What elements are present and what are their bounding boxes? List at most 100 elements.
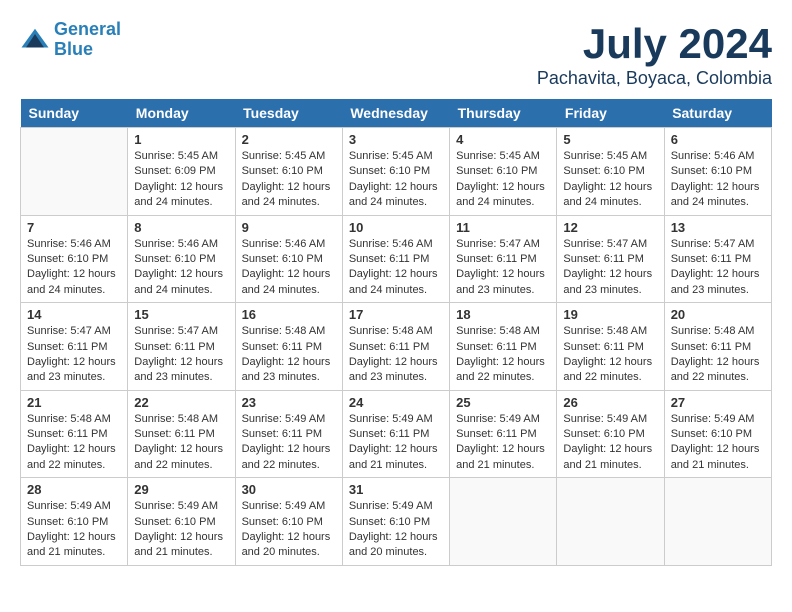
day-number: 20 [671, 307, 765, 322]
header-thursday: Thursday [450, 99, 557, 128]
day-cell-10: 10 Sunrise: 5:46 AMSunset: 6:11 PMDayligh… [342, 215, 449, 303]
day-info: Sunrise: 5:48 AMSunset: 6:11 PMDaylight:… [27, 412, 121, 474]
day-number: 10 [349, 220, 443, 235]
day-info: Sunrise: 5:49 AMSunset: 6:10 PMDaylight:… [27, 499, 121, 561]
day-number: 15 [134, 307, 228, 322]
day-info: Sunrise: 5:49 AMSunset: 6:11 PMDaylight:… [242, 412, 336, 474]
day-number: 25 [456, 395, 550, 410]
day-info: Sunrise: 5:48 AMSunset: 6:11 PMDaylight:… [456, 324, 550, 386]
logo-icon [20, 25, 50, 55]
logo-text: General Blue [54, 20, 121, 60]
day-info: Sunrise: 5:45 AMSunset: 6:10 PMDaylight:… [456, 149, 550, 211]
day-cell-9: 9 Sunrise: 5:46 AMSunset: 6:10 PMDaylight… [235, 215, 342, 303]
day-cell-8: 8Sunrise: 5:46 AMSunset: 6:10 PMDaylight… [128, 215, 235, 303]
header-sunday: Sunday [21, 99, 128, 128]
calendar-table: SundayMondayTuesdayWednesdayThursdayFrid… [20, 99, 772, 566]
day-number: 28 [27, 482, 121, 497]
day-info: Sunrise: 5:46 AMSunset: 6:10 PMDaylight:… [242, 237, 336, 299]
day-info: Sunrise: 5:45 AMSunset: 6:10 PMDaylight:… [563, 149, 657, 211]
day-number: 13 [671, 220, 765, 235]
day-info: Sunrise: 5:49 AMSunset: 6:11 PMDaylight:… [456, 412, 550, 474]
day-cell-27: 27 Sunrise: 5:49 AMSunset: 6:10 PMDayligh… [664, 390, 771, 478]
day-number: 5 [563, 132, 657, 147]
empty-cell [664, 478, 771, 566]
day-cell-11: 11 Sunrise: 5:47 AMSunset: 6:11 PMDayligh… [450, 215, 557, 303]
day-cell-12: 12Sunrise: 5:47 AMSunset: 6:11 PMDayligh… [557, 215, 664, 303]
day-info: Sunrise: 5:47 AMSunset: 6:11 PMDaylight:… [134, 324, 228, 386]
day-cell-5: 5 Sunrise: 5:45 AMSunset: 6:10 PMDaylight… [557, 128, 664, 216]
day-info: Sunrise: 5:46 AMSunset: 6:10 PMDaylight:… [27, 237, 121, 299]
day-info: Sunrise: 5:46 AMSunset: 6:11 PMDaylight:… [349, 237, 443, 299]
day-cell-28: 28 Sunrise: 5:49 AMSunset: 6:10 PMDayligh… [21, 478, 128, 566]
day-info: Sunrise: 5:48 AMSunset: 6:11 PMDaylight:… [671, 324, 765, 386]
day-number: 11 [456, 220, 550, 235]
day-info: Sunrise: 5:49 AMSunset: 6:10 PMDaylight:… [671, 412, 765, 474]
day-info: Sunrise: 5:48 AMSunset: 6:11 PMDaylight:… [563, 324, 657, 386]
day-cell-16: 16 Sunrise: 5:48 AMSunset: 6:11 PMDayligh… [235, 303, 342, 391]
day-cell-2: 2 Sunrise: 5:45 AMSunset: 6:10 PMDaylight… [235, 128, 342, 216]
week-row-4: 21 Sunrise: 5:48 AMSunset: 6:11 PMDayligh… [21, 390, 772, 478]
day-cell-25: 25 Sunrise: 5:49 AMSunset: 6:11 PMDayligh… [450, 390, 557, 478]
day-info: Sunrise: 5:49 AMSunset: 6:10 PMDaylight:… [134, 499, 228, 561]
day-info: Sunrise: 5:45 AMSunset: 6:10 PMDaylight:… [242, 149, 336, 211]
day-cell-14: 14 Sunrise: 5:47 AMSunset: 6:11 PMDayligh… [21, 303, 128, 391]
day-cell-24: 24Sunrise: 5:49 AMSunset: 6:11 PMDayligh… [342, 390, 449, 478]
empty-cell [557, 478, 664, 566]
month-year: July 2024 [537, 20, 772, 68]
day-cell-3: 3 Sunrise: 5:45 AMSunset: 6:10 PMDaylight… [342, 128, 449, 216]
day-info: Sunrise: 5:47 AMSunset: 6:11 PMDaylight:… [27, 324, 121, 386]
day-info: Sunrise: 5:48 AMSunset: 6:11 PMDaylight:… [349, 324, 443, 386]
day-info: Sunrise: 5:49 AMSunset: 6:10 PMDaylight:… [349, 499, 443, 561]
day-info: Sunrise: 5:47 AMSunset: 6:11 PMDaylight:… [563, 237, 657, 299]
day-number: 9 [242, 220, 336, 235]
header-saturday: Saturday [664, 99, 771, 128]
day-number: 3 [349, 132, 443, 147]
week-row-2: 7 Sunrise: 5:46 AMSunset: 6:10 PMDaylight… [21, 215, 772, 303]
day-number: 29 [134, 482, 228, 497]
day-number: 18 [456, 307, 550, 322]
day-number: 8 [134, 220, 228, 235]
title-block: July 2024 Pachavita, Boyaca, Colombia [537, 20, 772, 89]
day-cell-23: 23 Sunrise: 5:49 AMSunset: 6:11 PMDayligh… [235, 390, 342, 478]
day-cell-19: 19 Sunrise: 5:48 AMSunset: 6:11 PMDayligh… [557, 303, 664, 391]
day-number: 7 [27, 220, 121, 235]
day-info: Sunrise: 5:49 AMSunset: 6:11 PMDaylight:… [349, 412, 443, 474]
day-number: 26 [563, 395, 657, 410]
day-cell-7: 7 Sunrise: 5:46 AMSunset: 6:10 PMDaylight… [21, 215, 128, 303]
day-cell-22: 22 Sunrise: 5:48 AMSunset: 6:11 PMDayligh… [128, 390, 235, 478]
day-number: 17 [349, 307, 443, 322]
day-number: 14 [27, 307, 121, 322]
day-number: 27 [671, 395, 765, 410]
day-number: 19 [563, 307, 657, 322]
empty-cell [450, 478, 557, 566]
day-cell-15: 15 Sunrise: 5:47 AMSunset: 6:11 PMDayligh… [128, 303, 235, 391]
day-cell-30: 30Sunrise: 5:49 AMSunset: 6:10 PMDayligh… [235, 478, 342, 566]
day-info: Sunrise: 5:48 AMSunset: 6:11 PMDaylight:… [242, 324, 336, 386]
page-header: General Blue July 2024 Pachavita, Boyaca… [20, 20, 772, 89]
day-info: Sunrise: 5:46 AMSunset: 6:10 PMDaylight:… [671, 149, 765, 211]
day-info: Sunrise: 5:48 AMSunset: 6:11 PMDaylight:… [134, 412, 228, 474]
day-number: 31 [349, 482, 443, 497]
empty-cell [21, 128, 128, 216]
day-cell-20: 20 Sunrise: 5:48 AMSunset: 6:11 PMDayligh… [664, 303, 771, 391]
day-number: 23 [242, 395, 336, 410]
day-cell-21: 21 Sunrise: 5:48 AMSunset: 6:11 PMDayligh… [21, 390, 128, 478]
week-row-3: 14 Sunrise: 5:47 AMSunset: 6:11 PMDayligh… [21, 303, 772, 391]
logo: General Blue [20, 20, 121, 60]
day-number: 21 [27, 395, 121, 410]
day-number: 4 [456, 132, 550, 147]
header-row: SundayMondayTuesdayWednesdayThursdayFrid… [21, 99, 772, 128]
day-info: Sunrise: 5:47 AMSunset: 6:11 PMDaylight:… [456, 237, 550, 299]
week-row-1: 1Sunrise: 5:45 AMSunset: 6:09 PMDaylight… [21, 128, 772, 216]
day-cell-29: 29 Sunrise: 5:49 AMSunset: 6:10 PMDayligh… [128, 478, 235, 566]
day-info: Sunrise: 5:45 AMSunset: 6:10 PMDaylight:… [349, 149, 443, 211]
day-number: 16 [242, 307, 336, 322]
day-cell-4: 4 Sunrise: 5:45 AMSunset: 6:10 PMDaylight… [450, 128, 557, 216]
day-number: 22 [134, 395, 228, 410]
day-number: 1 [134, 132, 228, 147]
header-tuesday: Tuesday [235, 99, 342, 128]
day-number: 6 [671, 132, 765, 147]
day-number: 2 [242, 132, 336, 147]
day-cell-1: 1Sunrise: 5:45 AMSunset: 6:09 PMDaylight… [128, 128, 235, 216]
header-monday: Monday [128, 99, 235, 128]
